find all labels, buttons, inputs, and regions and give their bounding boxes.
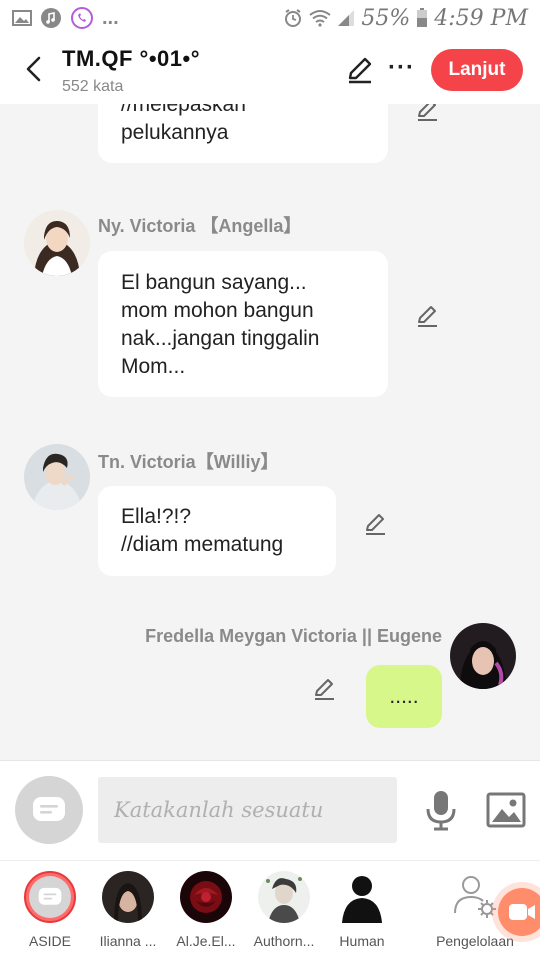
continue-button[interactable]: Lanjut <box>431 49 523 91</box>
avatar[interactable] <box>24 210 90 276</box>
character-label: Human <box>339 933 385 949</box>
avatar[interactable] <box>450 623 516 689</box>
character-human[interactable]: Human <box>323 871 401 949</box>
sender-name: Fredella Meygan Victoria || Eugene <box>145 626 442 646</box>
video-camera-icon <box>509 904 535 920</box>
message-bubble[interactable]: El bangun sayang... mom mohon bangun nak… <box>98 251 388 397</box>
character-ilianna[interactable]: Ilianna ... <box>89 871 167 949</box>
word-count: 552 kata <box>62 78 124 95</box>
signal-icon <box>338 10 355 26</box>
story-title: TM.QF °•01•° <box>62 46 201 71</box>
avatar[interactable] <box>24 444 90 510</box>
character-aside[interactable]: ASIDE <box>11 871 89 949</box>
image-icon[interactable] <box>486 791 526 829</box>
chat-bubble-icon <box>38 887 62 905</box>
alarm-icon <box>285 9 302 27</box>
character-label: Al.Je.El... <box>176 933 236 949</box>
message-input-bar <box>0 760 540 860</box>
whatsapp-icon <box>71 7 93 29</box>
chat-area[interactable]: //melepaskan pelukannya Ny. Victoria 【An… <box>0 104 540 760</box>
chat-bubble-icon <box>33 797 65 821</box>
aside-toggle-button[interactable] <box>15 776 83 844</box>
edit-message-icon[interactable] <box>416 304 440 328</box>
edit-message-icon[interactable] <box>313 677 337 701</box>
edit-message-icon[interactable] <box>416 104 440 122</box>
edit-icon[interactable] <box>346 56 374 84</box>
message-input[interactable] <box>98 777 397 843</box>
character-bar: ASIDE Ilianna ... Al.Je.El... Authorn...… <box>0 860 540 960</box>
status-bar: ... 55% 4:59 PM <box>0 0 540 36</box>
back-arrow-icon[interactable] <box>22 54 46 84</box>
sender-name: Tn. Victoria【Williy】 <box>98 452 279 472</box>
music-icon <box>41 8 61 28</box>
user-settings-icon <box>454 876 496 918</box>
battery-icon <box>417 8 428 27</box>
video-record-button[interactable] <box>498 888 540 936</box>
character-label: Authorn... <box>253 933 315 949</box>
character-authorn[interactable]: Authorn... <box>245 871 323 949</box>
status-more: ... <box>102 6 119 29</box>
sender-name: Ny. Victoria 【Angella】 <box>98 216 302 236</box>
own-message-bubble[interactable]: ..... <box>366 665 442 728</box>
character-label: Pengelolaan <box>436 933 514 949</box>
wifi-icon <box>309 10 331 27</box>
message-bubble[interactable]: //melepaskan pelukannya <box>98 104 388 163</box>
character-label: Ilianna ... <box>99 933 157 949</box>
gallery-icon <box>12 10 32 26</box>
message-bubble[interactable]: Ella!?!? //diam mematung <box>98 486 336 576</box>
character-aljeel[interactable]: Al.Je.El... <box>167 871 245 949</box>
more-menu-button[interactable]: ··· <box>388 54 415 82</box>
battery-percent: 55% <box>361 5 411 31</box>
edit-message-icon[interactable] <box>364 512 388 536</box>
app-header: TM.QF °•01•° 552 kata ··· Lanjut <box>0 36 540 104</box>
microphone-icon[interactable] <box>424 789 458 831</box>
character-label: ASIDE <box>28 933 71 949</box>
clock: 4:59 PM <box>434 5 528 31</box>
